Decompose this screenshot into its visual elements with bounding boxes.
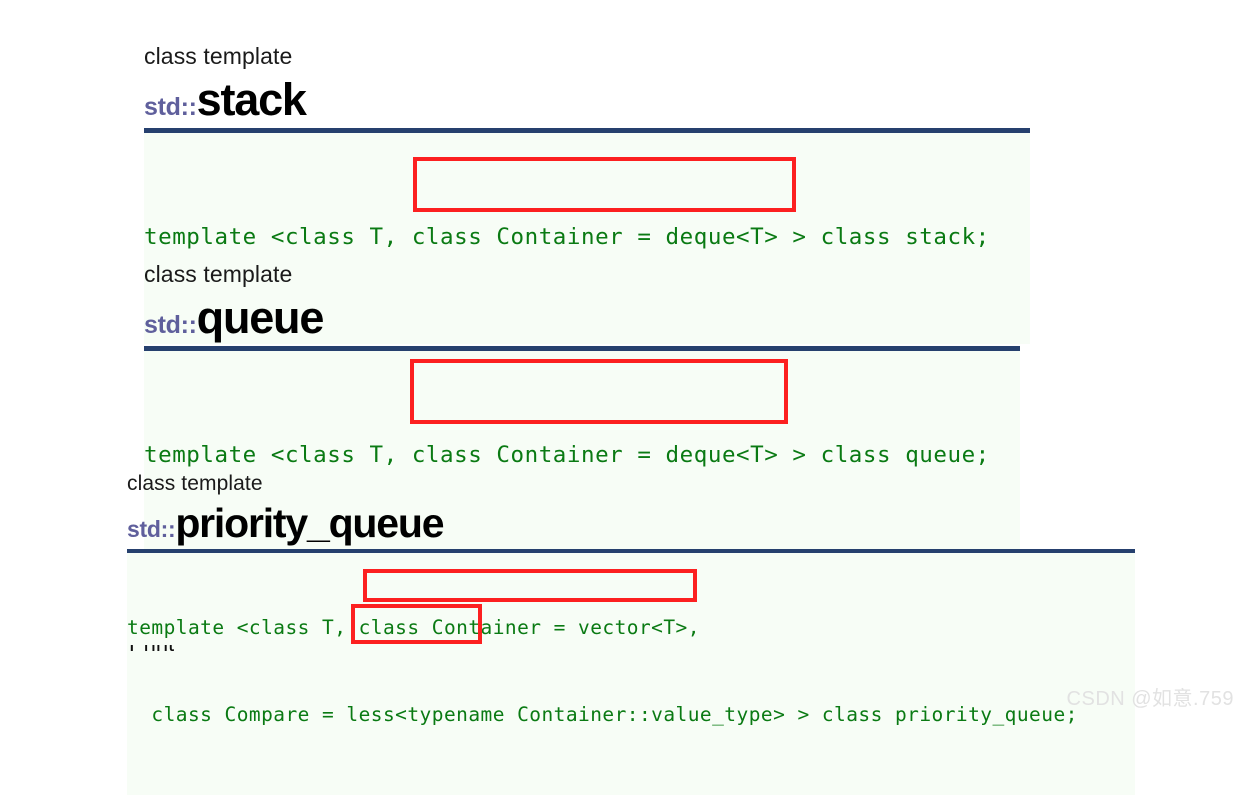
csdn-watermark: CSDN @如意.759 [1066, 688, 1234, 710]
namespace-prefix-stack: std:: [144, 93, 197, 122]
kind-label-queue: class template [144, 261, 293, 287]
page-canvas: class template std::stack template <clas… [0, 0, 1242, 795]
clipped-bottom-text-value: Print [129, 645, 174, 654]
code-line: template <class T, class Container = vec… [127, 616, 700, 640]
class-name-queue: queue [196, 292, 325, 344]
clipped-bottom-text: Print [129, 645, 174, 654]
namespace-prefix-queue: std:: [144, 311, 197, 340]
title-priority-queue: std::priority_queue [127, 503, 1135, 544]
namespace-prefix-priority-queue: std:: [127, 516, 176, 543]
code-line: template <class T, class Container = deq… [144, 442, 990, 469]
code-line: class Compare = less<typename Container:… [127, 703, 1078, 727]
doc-block-priority-queue: class template std::priority_queue templ… [127, 472, 1135, 795]
class-name-priority-queue: priority_queue [175, 500, 444, 547]
title-queue: std::queue [144, 295, 1020, 340]
kind-label-stack: class template [144, 43, 293, 69]
code-line: template <class T, class Container = deq… [144, 224, 990, 251]
code-block-priority-queue: template <class T, class Container = vec… [127, 553, 1135, 795]
kind-label-priority-queue: class template [127, 472, 263, 495]
title-stack: std::stack [144, 77, 1030, 122]
class-name-stack: stack [196, 74, 307, 126]
